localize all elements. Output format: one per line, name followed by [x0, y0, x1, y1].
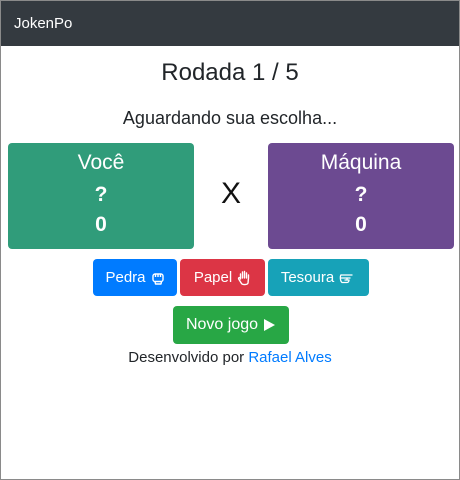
- hand-rock-icon: [151, 271, 165, 285]
- author-link[interactable]: Rafael Alves: [248, 349, 331, 366]
- footer-text: Desenvolvido por: [128, 349, 245, 366]
- player-card: Você ? 0: [8, 143, 194, 249]
- new-game-label: Novo jogo: [185, 316, 259, 333]
- footer: Desenvolvido por Rafael Alves: [1, 349, 459, 366]
- navbar: JokenPo: [1, 1, 459, 46]
- new-game-button[interactable]: Novo jogo: [173, 306, 289, 344]
- papel-button[interactable]: Papel: [180, 259, 265, 296]
- computer-card: Máquina ? 0: [268, 143, 454, 249]
- tesoura-label: Tesoura: [280, 269, 335, 286]
- papel-label: Papel: [193, 269, 233, 286]
- pedra-button[interactable]: Pedra: [93, 259, 177, 296]
- player-score: 0: [95, 213, 107, 236]
- status-message: Aguardando sua escolha...: [122, 108, 338, 128]
- pedra-label: Pedra: [105, 269, 146, 286]
- computer-choice: ?: [354, 183, 368, 206]
- versus-label: X: [220, 177, 241, 210]
- hand-scissors-icon: [339, 271, 356, 285]
- round-title: Rodada 1 / 5: [161, 59, 299, 86]
- app-window: JokenPo Rodada 1 / 5 Aguardando sua esco…: [0, 0, 460, 480]
- player-choice: ?: [94, 183, 108, 206]
- player-name: Você: [77, 151, 125, 174]
- computer-name: Máquina: [320, 151, 402, 174]
- play-icon: [263, 318, 276, 332]
- tesoura-button[interactable]: Tesoura: [268, 259, 369, 296]
- brand-title[interactable]: JokenPo: [14, 15, 72, 32]
- hand-paper-icon: [237, 270, 251, 286]
- computer-score: 0: [355, 213, 367, 236]
